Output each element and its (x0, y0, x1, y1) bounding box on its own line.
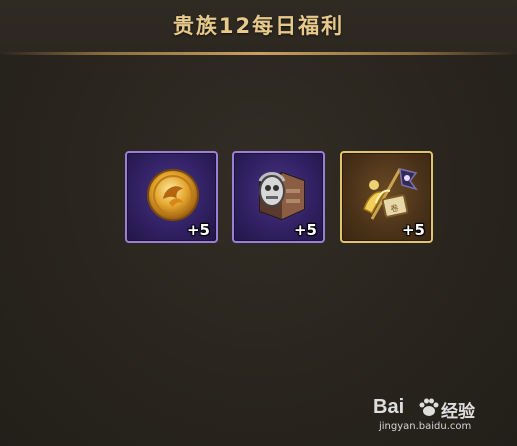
reward-quantity: +5 (401, 221, 425, 239)
baidu-watermark: Bai 经验 jingyan.baidu.com (373, 396, 503, 436)
page-title: 贵族12每日福利 (172, 14, 345, 38)
watermark-url: jingyan.baidu.com (379, 421, 472, 432)
paw-icon (419, 398, 439, 416)
watermark-brand: Bai (373, 396, 405, 418)
reward-slot-2[interactable]: +5 (232, 151, 325, 243)
watermark-brand-tail: 经验 (441, 402, 475, 422)
golden-banner-scroll-icon: 卷 (363, 168, 418, 220)
reward-slot-1[interactable]: +5 (125, 151, 218, 243)
reward-slot-3[interactable]: 卷 +5 (340, 151, 433, 243)
armored-cube-icon (258, 171, 305, 221)
reward-quantity: +5 (293, 221, 317, 239)
reward-panel: 贵族12每日福利 +5 +5 卷 +5 (0, 0, 517, 446)
reward-quantity: +5 (186, 221, 210, 239)
gold-medallion-icon (147, 169, 199, 221)
panel-header: 贵族12每日福利 (0, 0, 517, 54)
header-divider (0, 52, 517, 55)
